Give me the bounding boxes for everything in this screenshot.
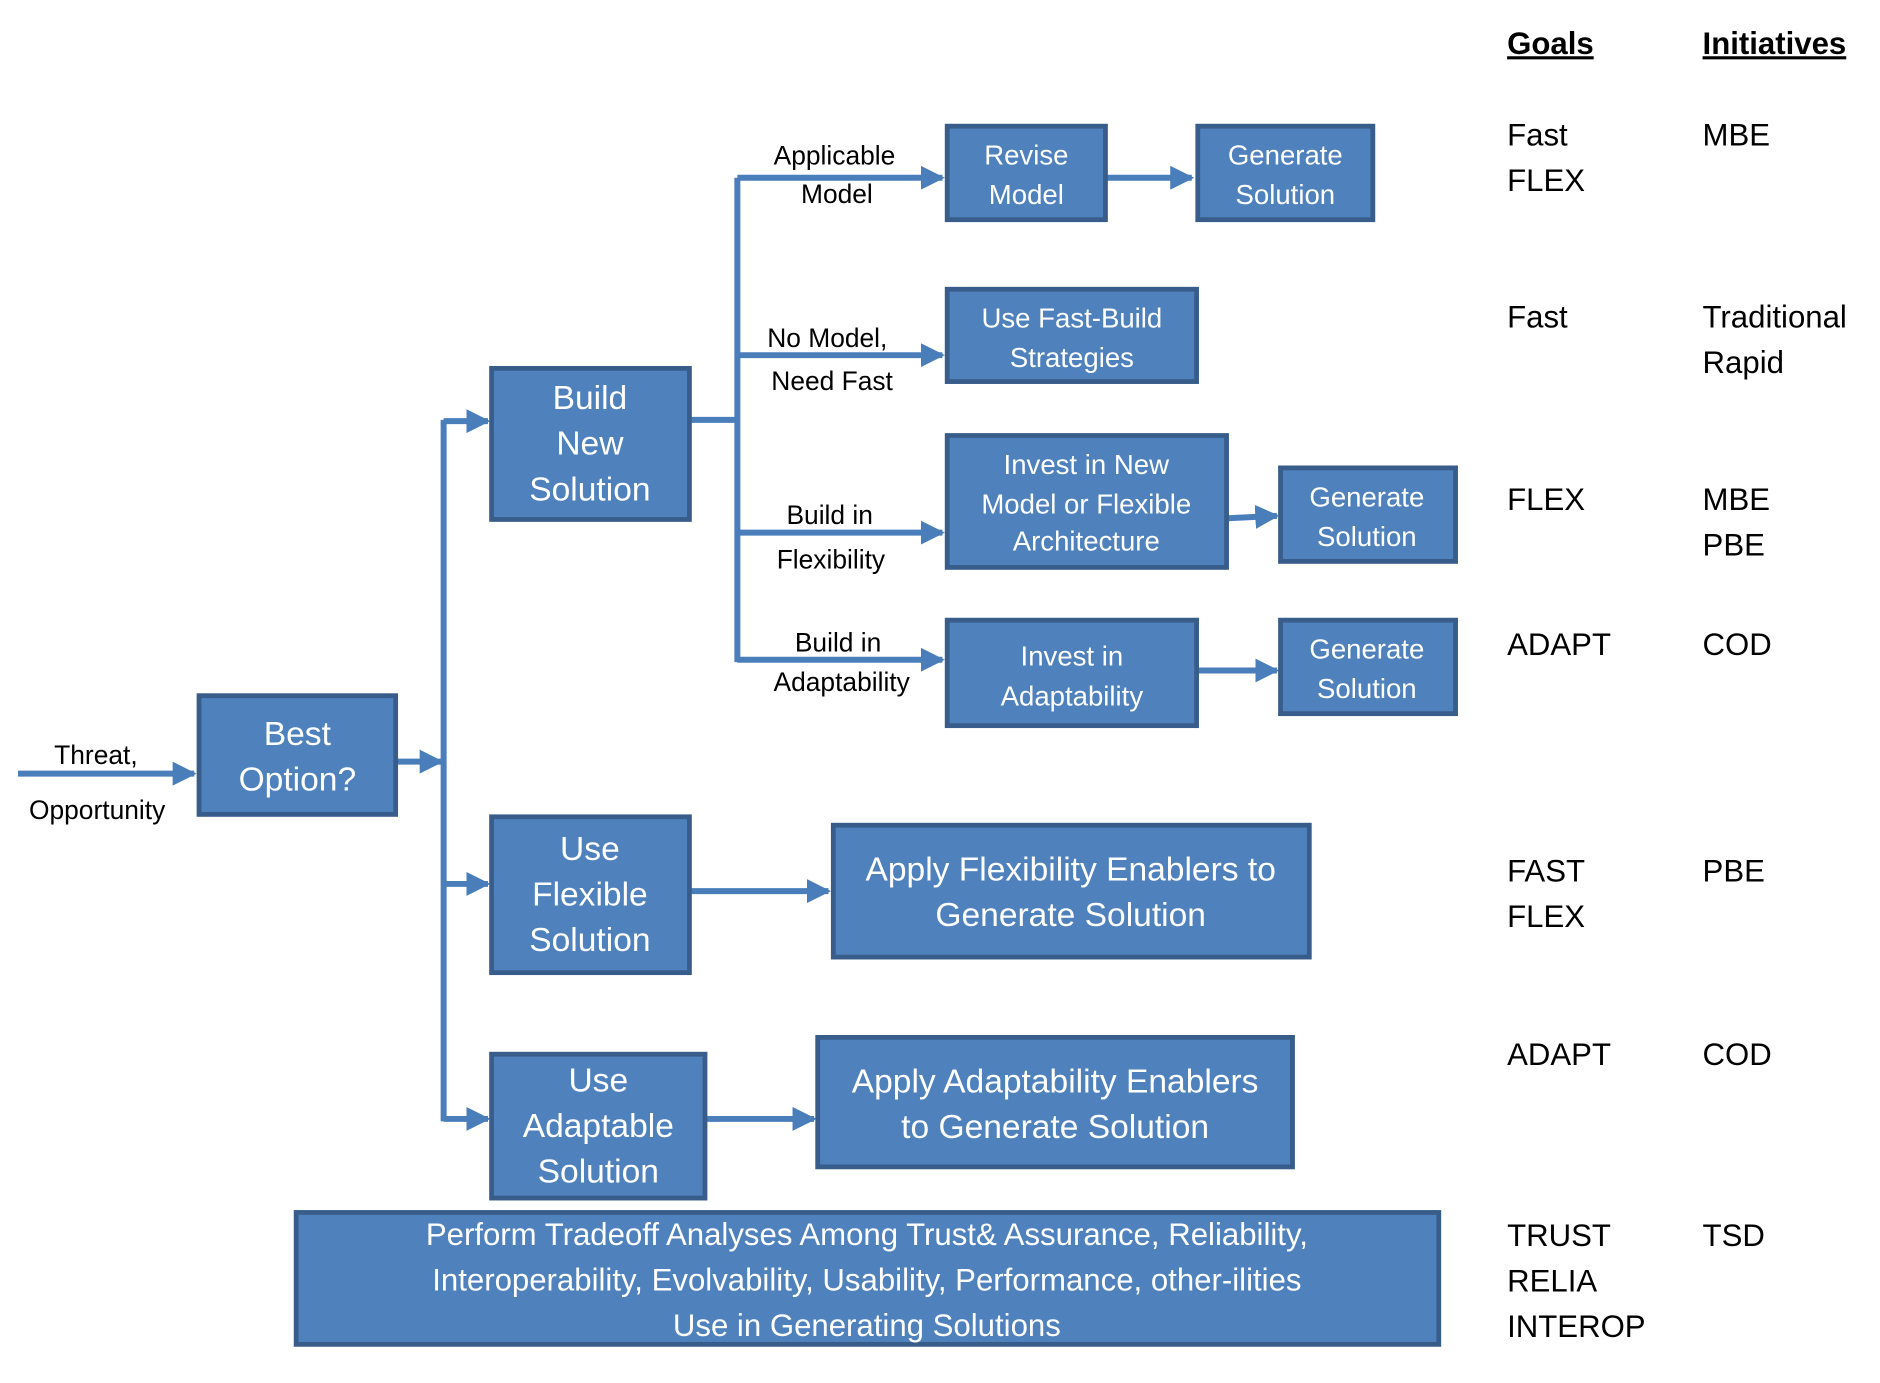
initiative: MBE (1703, 482, 1771, 517)
initiative: TSD (1703, 1218, 1765, 1253)
use-adaptable-solution-box: Use Adaptable Solution (489, 1051, 708, 1201)
revise-model-box: Revise Model (944, 123, 1108, 223)
branch-label: Build in (795, 627, 881, 657)
goal: Fast (1507, 300, 1568, 335)
box-text: Model (989, 179, 1064, 210)
box-text: Architecture (1013, 526, 1160, 557)
input-label-threat: Threat, (54, 740, 138, 770)
branch-label: Adaptability (774, 667, 911, 697)
generate-solution-box-2: Generate Solution (1278, 465, 1458, 564)
box-text: Solution (1317, 521, 1417, 552)
box-text: Use Fast-Build (982, 303, 1163, 334)
initiative: COD (1703, 1037, 1772, 1072)
apply-adaptability-enablers-box: Apply Adaptability Enablers to Generate … (815, 1035, 1295, 1170)
build-new-solution-box: Build New Solution (489, 365, 692, 522)
initiative: MBE (1703, 117, 1771, 152)
branch-label: Applicable (774, 141, 896, 171)
box-text: Generate (1228, 140, 1343, 171)
box-text: Build (553, 380, 628, 417)
generate-solution-box-1: Generate Solution (1195, 123, 1376, 223)
branch-label: No Model, (767, 323, 887, 353)
box-text: Solution (1236, 179, 1336, 210)
invest-adaptability-box: Invest in Adaptability (944, 617, 1199, 729)
goals-header: Goals (1507, 26, 1594, 61)
box-text: Solution (538, 1153, 659, 1190)
goal: TRUST (1507, 1218, 1611, 1253)
box-text: to Generate Solution (901, 1109, 1209, 1146)
box-text: Use in Generating Solutions (673, 1308, 1061, 1343)
box-text: New (556, 426, 624, 463)
box-text: Model or Flexible (981, 488, 1191, 519)
box-text: Solution (529, 922, 650, 959)
branch-label: Build in (786, 500, 872, 530)
box-text: Revise (984, 140, 1068, 171)
box-text: Flexible (532, 877, 648, 914)
box-text: Generate Solution (935, 897, 1206, 934)
generate-solution-box-3: Generate Solution (1278, 617, 1458, 717)
best-option-box: Best Option? (196, 693, 399, 817)
box-text: Interoperability, Evolvability, Usabilit… (432, 1262, 1301, 1297)
goal: FLEX (1507, 482, 1585, 517)
box-text: Generate (1309, 634, 1424, 665)
goal: Fast (1507, 117, 1568, 152)
initiative: COD (1703, 627, 1772, 662)
box-text: Solution (529, 471, 650, 508)
goal: RELIA (1507, 1264, 1597, 1299)
box-text: Solution (1317, 673, 1417, 704)
goals-initiatives-table: Goals Initiatives Fast FLEX MBE Fast Tra… (1507, 26, 1847, 1344)
goal: ADAPT (1507, 627, 1611, 662)
arrow-invest-to-generate (1227, 504, 1280, 529)
box-text: Apply Flexibility Enablers to (865, 851, 1275, 888)
box-text: Generate (1309, 481, 1424, 512)
branch-label: Model (801, 179, 873, 209)
box-text: Apply Adaptability Enablers (852, 1064, 1259, 1101)
goal: FLEX (1507, 899, 1585, 934)
use-flexible-solution-box: Use Flexible Solution (489, 814, 692, 976)
initiative: PBE (1703, 527, 1765, 562)
box-text: Option? (239, 761, 357, 798)
apply-flexibility-enablers-box: Apply Flexibility Enablers to Generate S… (830, 822, 1312, 960)
box-text: Strategies (1010, 342, 1134, 373)
box-text: Adaptability (1001, 680, 1144, 711)
box-text: Use (568, 1062, 628, 1099)
tradeoff-analyses-box: Perform Tradeoff Analyses Among Trust& A… (293, 1210, 1442, 1347)
decision-flow-diagram: Threat, Opportunity Applicable Model No … (17, 26, 1847, 1347)
initiatives-header: Initiatives (1703, 26, 1847, 61)
goal: FAST (1507, 854, 1585, 889)
branch-label: Flexibility (777, 545, 886, 575)
goal: FLEX (1507, 163, 1585, 198)
box-text: Use (560, 831, 620, 868)
box-text: Invest in New (1004, 449, 1170, 480)
box-text: Best (264, 716, 332, 753)
branch-label: Need Fast (771, 366, 893, 396)
invest-new-model-box: Invest in New Model or Flexible Architec… (944, 433, 1229, 570)
input-label-opportunity: Opportunity (29, 795, 166, 825)
initiative: Rapid (1703, 345, 1784, 380)
initiative: PBE (1703, 854, 1765, 889)
box-text: Invest in (1021, 641, 1124, 672)
goal: INTEROP (1507, 1309, 1645, 1344)
box-text: Perform Tradeoff Analyses Among Trust& A… (426, 1217, 1308, 1252)
fast-build-strategies-box: Use Fast-Build Strategies (944, 286, 1199, 384)
initiative: Traditional (1703, 300, 1847, 335)
box-text: Adaptable (523, 1108, 674, 1145)
goal: ADAPT (1507, 1037, 1611, 1072)
